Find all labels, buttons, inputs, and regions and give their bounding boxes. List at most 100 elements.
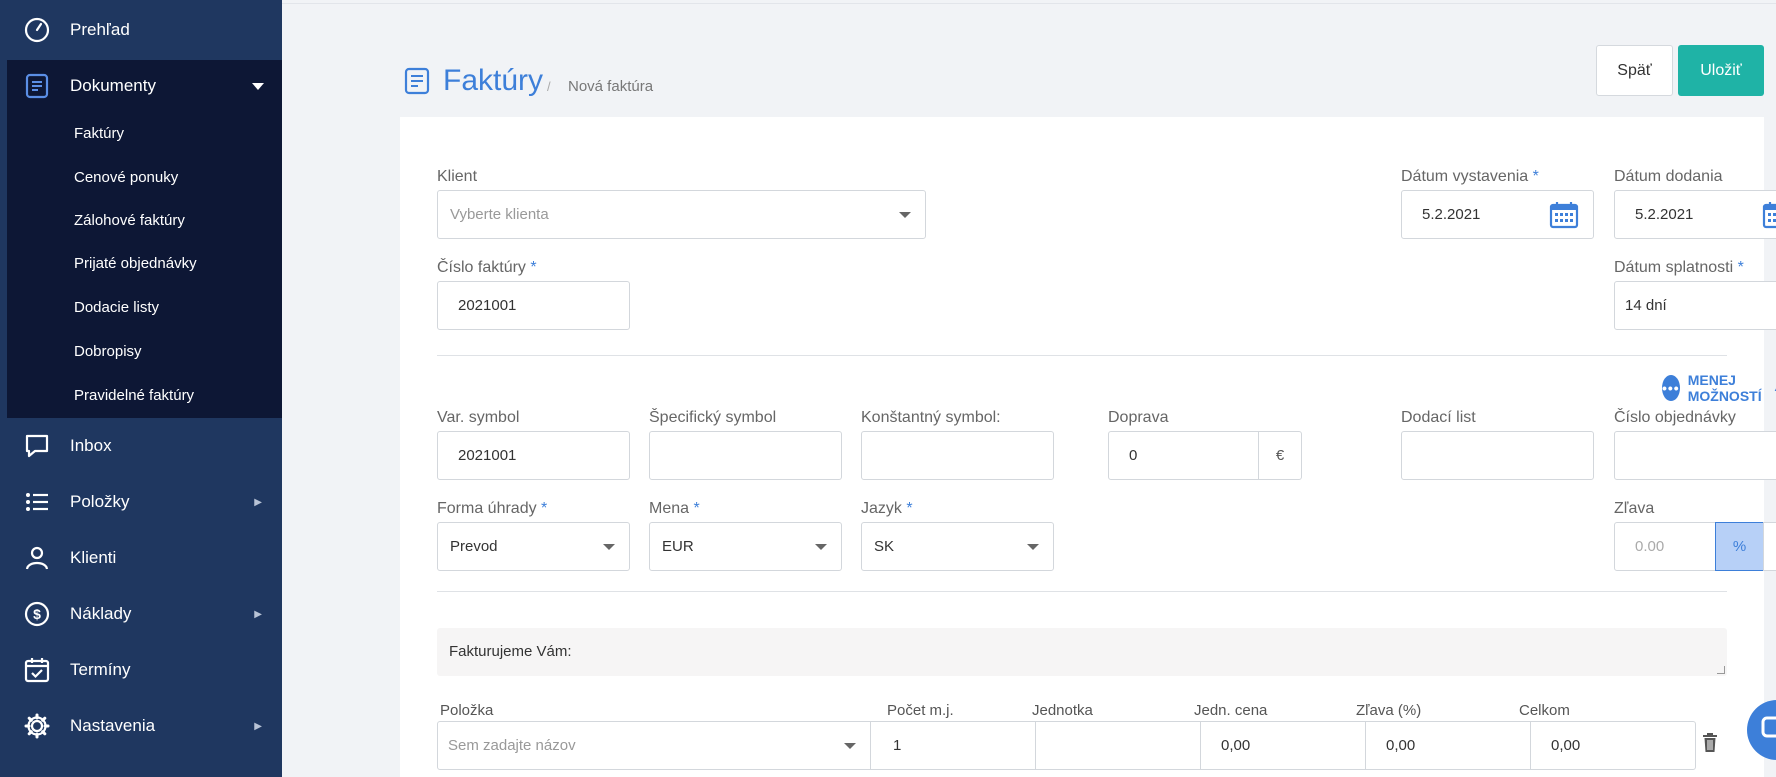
- currency-select[interactable]: EUR: [649, 522, 842, 571]
- spec-symbol-field[interactable]: [649, 431, 842, 480]
- nav-documents-group: Dokumenty Faktúry Cenové ponuky Zálohové…: [7, 60, 282, 418]
- page-title: Faktúry: [443, 64, 544, 97]
- nav-overview[interactable]: Prehľad: [0, 2, 282, 58]
- transport-value: 0: [1129, 447, 1138, 464]
- top-divider: [282, 3, 1776, 4]
- order-number-label: Číslo objednávky: [1614, 409, 1736, 426]
- breadcrumb: Nová faktúra: [568, 78, 654, 95]
- calendar-icon[interactable]: [1549, 201, 1579, 229]
- sidebar: Prehľad Dokumenty Faktúry Cenové ponuky …: [0, 0, 282, 777]
- document-icon: [24, 73, 50, 99]
- issue-date-value: 5.2.2021: [1422, 206, 1481, 223]
- svg-text:$: $: [33, 606, 41, 622]
- transport-field[interactable]: 0: [1108, 431, 1259, 480]
- language-label: Jazyk *: [861, 500, 913, 517]
- divider: [437, 355, 1727, 356]
- nav-items[interactable]: Položky ▶: [0, 474, 282, 530]
- issue-date-label: Dátum vystavenia *: [1401, 168, 1539, 185]
- chat-bubble-icon: [24, 433, 50, 459]
- item-qty-field[interactable]: 1: [870, 721, 1036, 770]
- delivery-note-label: Dodací list: [1401, 409, 1476, 426]
- delete-row-trash-icon[interactable]: [1702, 733, 1718, 753]
- item-name-placeholder: Sem zadajte názov: [448, 737, 576, 754]
- discount-euro-toggle[interactable]: €: [1763, 522, 1776, 571]
- payment-method-select[interactable]: Prevod: [437, 522, 630, 571]
- nav-documents-label: Dokumenty: [70, 76, 156, 95]
- nav-clients[interactable]: Klienti: [0, 530, 282, 586]
- divider: [437, 591, 1727, 592]
- sub-item-invoices[interactable]: Faktúry: [74, 125, 124, 142]
- language-select[interactable]: SK: [861, 522, 1054, 571]
- chevron-down-icon: [899, 212, 911, 218]
- sub-item-quotes[interactable]: Cenové ponuky: [74, 169, 178, 186]
- item-unit-price-field[interactable]: 0,00: [1200, 721, 1366, 770]
- invoice-intro-textarea[interactable]: Fakturujeme Vám:: [437, 628, 1727, 676]
- delivery-date-value: 5.2.2021: [1635, 206, 1694, 223]
- calendar-icon[interactable]: [1762, 201, 1776, 229]
- var-symbol-field[interactable]: 2021001: [437, 431, 630, 480]
- nav-deadlines-label: Termíny: [70, 660, 131, 679]
- chevron-down-icon: [844, 743, 856, 749]
- var-symbol-value: 2021001: [458, 447, 517, 464]
- caret-down-icon: [252, 82, 264, 90]
- issue-date-field[interactable]: 5.2.2021: [1401, 190, 1594, 239]
- main-content: Faktúry / Nová faktúra Späť Uložiť Klien…: [282, 0, 1776, 777]
- const-symbol-field[interactable]: [861, 431, 1054, 480]
- const-symbol-label: Konštantný symbol:: [861, 409, 1001, 426]
- user-icon: [24, 545, 50, 571]
- discount-field[interactable]: 0.00: [1614, 522, 1716, 571]
- nav-deadlines[interactable]: Termíny: [0, 642, 282, 698]
- delivery-date-label: Dátum dodania: [1614, 168, 1723, 185]
- sub-item-proforma[interactable]: Zálohové faktúry: [74, 212, 185, 229]
- due-date-label: Dátum splatnosti *: [1614, 259, 1744, 276]
- order-number-field[interactable]: [1614, 431, 1776, 480]
- due-date-select[interactable]: 14 dní: [1614, 281, 1776, 330]
- chat-widget-button[interactable]: [1747, 700, 1776, 760]
- client-label: Klient: [437, 168, 478, 185]
- item-discount-value: 0,00: [1386, 737, 1416, 754]
- nav-costs[interactable]: $ Náklady ▶: [0, 586, 282, 642]
- sub-item-credit-notes[interactable]: Dobropisy: [74, 343, 142, 360]
- language-value: SK: [874, 538, 895, 555]
- nav-settings[interactable]: Nastavenia ▶: [0, 698, 282, 754]
- item-unit-price-value: 0,00: [1221, 737, 1251, 754]
- chevron-right-icon: ▶: [254, 720, 262, 732]
- var-symbol-label: Var. symbol: [437, 409, 520, 426]
- column-header-unit-price: Jedn. cena: [1194, 702, 1268, 719]
- nav-settings-label: Nastavenia: [70, 716, 156, 735]
- currency-label: Mena *: [649, 500, 700, 517]
- sub-item-orders[interactable]: Prijaté objednávky: [74, 255, 197, 272]
- item-total-field[interactable]: 0,00: [1530, 721, 1696, 770]
- nav-documents[interactable]: Dokumenty: [7, 60, 282, 112]
- column-header-unit: Jednotka: [1032, 702, 1093, 719]
- item-name-select[interactable]: Sem zadajte názov: [437, 721, 871, 770]
- nav-inbox[interactable]: Inbox: [0, 418, 282, 474]
- delivery-date-field[interactable]: 5.2.2021: [1614, 190, 1776, 239]
- client-select[interactable]: Vyberte klienta: [437, 190, 926, 239]
- column-header-total: Celkom: [1519, 702, 1570, 719]
- discount-label: Zľava: [1614, 500, 1655, 517]
- resize-handle-icon[interactable]: [1717, 666, 1725, 674]
- transport-label: Doprava: [1108, 409, 1169, 426]
- list-icon: [24, 489, 50, 515]
- delivery-note-field[interactable]: [1401, 431, 1594, 480]
- column-header-discount: Zľava (%): [1356, 702, 1422, 719]
- spec-symbol-label: Špecifický symbol: [649, 409, 777, 426]
- speedometer-icon: [24, 17, 50, 43]
- item-unit-field[interactable]: [1035, 721, 1201, 770]
- item-qty-value: 1: [893, 737, 902, 754]
- save-button[interactable]: Uložiť: [1678, 45, 1764, 96]
- sub-item-recurring[interactable]: Pravidelné faktúry: [74, 387, 194, 404]
- back-button[interactable]: Späť: [1596, 45, 1673, 96]
- discount-percent-toggle[interactable]: %: [1715, 522, 1764, 571]
- payment-method-label: Forma úhrady *: [437, 500, 548, 517]
- item-discount-field[interactable]: 0,00: [1365, 721, 1531, 770]
- less-options-toggle[interactable]: ••• MENEJ MOŽNOSTÍ ▲: [1662, 372, 1776, 404]
- nav-inbox-label: Inbox: [70, 436, 112, 455]
- transport-currency-addon: €: [1258, 431, 1302, 480]
- invoice-number-field[interactable]: 2021001: [437, 281, 630, 330]
- document-icon: [404, 67, 430, 95]
- sub-item-delivery-notes[interactable]: Dodacie listy: [74, 299, 159, 316]
- client-placeholder: Vyberte klienta: [450, 206, 549, 223]
- calendar-check-icon: [24, 657, 50, 683]
